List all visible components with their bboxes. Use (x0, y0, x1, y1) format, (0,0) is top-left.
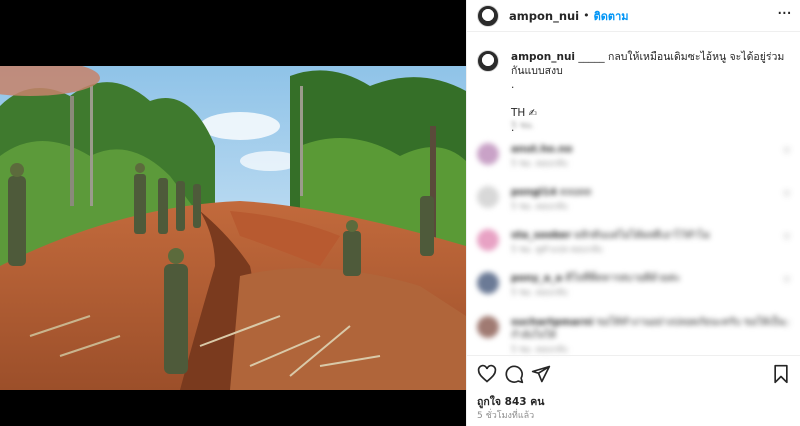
comment-like-icon[interactable]: ♡ (783, 233, 791, 243)
commenter-avatar[interactable] (477, 186, 499, 208)
comment-icon[interactable] (504, 364, 524, 384)
comment-like-icon[interactable]: ♡ (783, 190, 791, 200)
comment-meta: 5 ชม. ตอบกลับ (511, 202, 568, 212)
commenter-avatar[interactable] (477, 143, 499, 165)
comment-text: anut.ho.no (511, 144, 573, 155)
post-header: ampon_nui • ติดตาม ··· (467, 0, 800, 32)
author-avatar[interactable] (477, 4, 499, 27)
commenter-avatar[interactable] (477, 316, 499, 338)
comment-body: pongl14 ตลอดด 5 ชม. ตอบกลับ (499, 186, 591, 220)
comment-text: pony_a_a ดีใจที่พี่ทหารสบายดีด้วยค่ะ (511, 273, 681, 284)
comment-like-icon[interactable]: ♡ (783, 147, 791, 157)
caption-line2: . (511, 79, 515, 91)
comment-body: anut.ho.no 5 ชม. ตอบกลับ (499, 143, 572, 177)
comment-meta: 5 ชม. ตอบกลับ (511, 345, 568, 355)
follow-button[interactable]: ติดตาม (594, 7, 629, 25)
post-photo (0, 66, 466, 390)
comment-text: suchartpmarni ขอให้ทำงานอย่างปลอดภัยนะคร… (511, 317, 785, 341)
bookmark-icon[interactable] (771, 364, 791, 384)
comment-item: suchartpmarni ขอให้ทำงานอย่างปลอดภัยนะคร… (477, 316, 795, 355)
post-media[interactable] (0, 0, 466, 426)
caption-line4: . (511, 122, 515, 134)
commenter-avatar[interactable] (477, 229, 499, 251)
comment-body: pony_a_a ดีใจที่พี่ทหารสบายดีด้วยค่ะ 5 ชม… (499, 272, 680, 306)
instagram-post: ampon_nui • ติดตาม ··· ampon_nui _____ ก… (0, 0, 800, 426)
caption-username[interactable]: ampon_nui (511, 51, 575, 63)
more-icon[interactable]: ··· (777, 5, 792, 23)
heart-icon[interactable] (477, 364, 497, 384)
post-time: 5 ชั่วโมงที่แล้ว (477, 411, 535, 421)
commenter-avatar[interactable] (477, 272, 499, 294)
comment-meta: 5 ชม. ตอบกลับ (511, 288, 568, 298)
comment-meta: 5 ชม. ตอบกลับ (511, 159, 568, 169)
caption-time: 5 ชม. (511, 121, 535, 131)
comment-like-icon[interactable]: ♡ (783, 320, 791, 330)
comment-item: sta_sooker ผลักดันแต่ไม่ได้ผลดีเอาไว้ทำไ… (477, 229, 795, 263)
header-separator: • (583, 9, 590, 22)
comment-item: anut.ho.no 5 ชม. ตอบกลับ ♡ (477, 143, 795, 177)
comment-item: pony_a_a ดีใจที่พี่ทหารสบายดีด้วยค่ะ 5 ชม… (477, 272, 795, 306)
caption-body: ampon_nui _____ กลบให้เหมือนเดิมซะไอ้หนู… (511, 50, 795, 135)
caption-avatar[interactable] (477, 50, 499, 72)
comment-body: sta_sooker ผลักดันแต่ไม่ได้ผลดีเอาไว้ทำไ… (499, 229, 710, 263)
comment-item: pongl14 ตลอดด 5 ชม. ตอบกลับ ♡ (477, 186, 795, 220)
comment-text: pongl14 ตลอดด (511, 187, 592, 198)
share-icon[interactable] (531, 364, 551, 384)
caption-line3: TH ✍ (511, 107, 538, 119)
comment-like-icon[interactable]: ♡ (783, 276, 791, 286)
action-bar (467, 355, 800, 393)
comment-body: suchartpmarni ขอให้ทำงานอย่างปลอดภัยนะคร… (499, 316, 795, 355)
comment-meta: 5 ชม. ดูคำแปล ตอบกลับ (511, 245, 603, 255)
post-sidebar: ampon_nui • ติดตาม ··· ampon_nui _____ ก… (466, 0, 800, 426)
comment-text: sta_sooker ผลักดันแต่ไม่ได้ผลดีเอาไว้ทำไ… (511, 230, 710, 241)
author-username[interactable]: ampon_nui (509, 9, 579, 23)
